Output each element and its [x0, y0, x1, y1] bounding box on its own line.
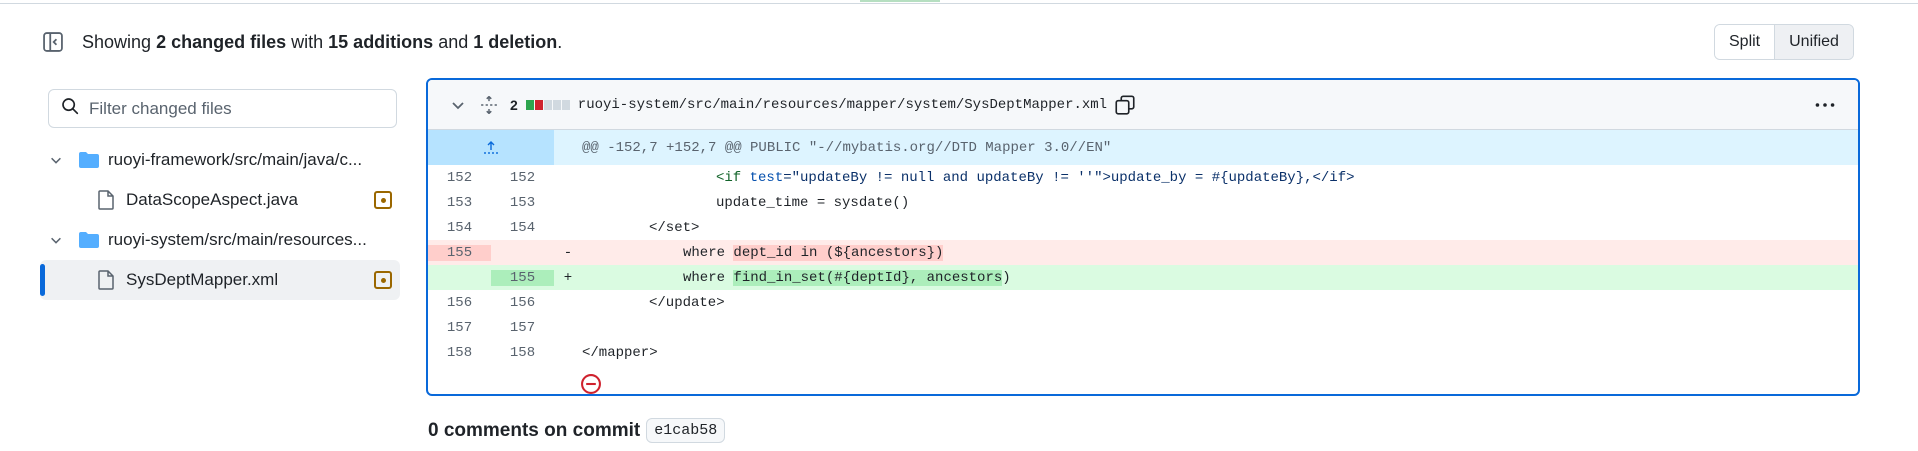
tree-folder-label: ruoyi-framework/src/main/java/c... — [108, 150, 363, 169]
file-header: 2 ruoyi-system/src/main/resources/mapper… — [428, 80, 1858, 130]
old-line-number[interactable]: 153 — [428, 195, 491, 211]
summary-deletions: 1 deletion — [473, 31, 558, 52]
search-icon — [61, 97, 79, 120]
file-diff-panel: 2 ruoyi-system/src/main/resources/mapper… — [426, 78, 1860, 396]
old-line-number[interactable]: 157 — [428, 320, 491, 336]
changes-count: 2 — [510, 96, 518, 113]
folder-icon — [78, 151, 100, 169]
top-border — [0, 0, 1918, 4]
filter-files-field — [48, 89, 397, 128]
tree-file-sysdeptmapper[interactable]: SysDeptMapper.xml — [40, 260, 400, 300]
old-line-number[interactable]: 156 — [428, 295, 491, 311]
diff-line-157: 157 157 — [428, 315, 1858, 340]
expand-up-icon[interactable] — [428, 130, 554, 165]
code-line: </update> — [649, 294, 725, 311]
comments-title: 0 comments on commit — [428, 419, 641, 441]
sidebar-collapse-icon[interactable] — [40, 29, 66, 55]
old-line-number[interactable]: 152 — [428, 170, 491, 186]
code-line: <if test="updateBy != null and updateBy … — [582, 170, 1355, 186]
summary-period: . — [557, 31, 563, 52]
copy-icon[interactable] — [1115, 94, 1135, 115]
chevron-down-icon[interactable] — [46, 233, 66, 247]
file-icon — [98, 270, 114, 290]
file-path[interactable]: ruoyi-system/src/main/resources/mapper/s… — [578, 97, 1107, 113]
code-token: <if — [716, 169, 750, 186]
tree-file-datascopeaspect[interactable]: DataScopeAspect.java — [40, 180, 400, 220]
new-line-number[interactable]: 156 — [491, 295, 554, 311]
deleted-highlight: dept_id in (${ancestors}) — [733, 244, 944, 261]
commit-comments-header: 0 comments on commit e1cab58 — [428, 418, 726, 443]
commit-sha-badge[interactable]: e1cab58 — [646, 418, 726, 443]
expand-all-icon[interactable] — [480, 95, 498, 114]
diff-line-152: 152 152 <if test="updateBy != null and u… — [428, 165, 1858, 190]
active-indicator — [40, 264, 45, 296]
tree-folder-ruoyi-framework[interactable]: ruoyi-framework/src/main/java/c... — [40, 140, 400, 180]
code-token: ="updateBy != null and updateBy != ''">u… — [783, 169, 1355, 186]
added-highlight: find_in_set(#{deptId}, ancestors — [733, 269, 1003, 286]
old-line-number[interactable]: 154 — [428, 220, 491, 236]
new-line-number[interactable]: 155 — [491, 269, 554, 286]
chevron-down-icon[interactable] — [46, 153, 66, 167]
tree-file-label: SysDeptMapper.xml — [126, 270, 279, 289]
diff-line-added: 155 + where find_in_set(#{deptId}, ances… — [428, 265, 1858, 290]
diff-line-153: 153 153 update_time = sysdate() — [428, 190, 1858, 215]
code-token: where — [683, 269, 734, 286]
unified-view-button[interactable]: Unified — [1775, 25, 1853, 59]
code-line: update_time = sysdate() — [716, 194, 910, 211]
code-line: </set> — [649, 219, 700, 236]
new-line-number[interactable]: 158 — [491, 345, 554, 361]
no-newline-icon — [580, 373, 602, 400]
filter-files-input[interactable] — [89, 98, 379, 119]
more-options-icon[interactable] — [1814, 94, 1836, 116]
diff-summary-bar: Showing 2 changed files with 15 addition… — [40, 22, 562, 62]
diff-view-toggle: Split Unified — [1714, 24, 1854, 60]
code-line: where dept_id in (${ancestors}) — [582, 244, 944, 261]
new-line-number[interactable]: 154 — [491, 220, 554, 236]
diff-sign: - — [563, 244, 573, 261]
new-line-number[interactable]: 157 — [491, 320, 554, 336]
code-token: ) — [1002, 269, 1011, 286]
file-modified-icon — [374, 271, 392, 289]
tree-folder-ruoyi-system[interactable]: ruoyi-system/src/main/resources... — [40, 220, 400, 260]
diff-sign: + — [563, 269, 573, 286]
file-icon — [98, 190, 114, 210]
tree-file-label: DataScopeAspect.java — [126, 190, 298, 209]
code-token: test — [749, 169, 784, 186]
hunk-header-row: @@ -152,7 +152,7 @@ PUBLIC "-//mybatis.o… — [428, 130, 1858, 165]
summary-prefix: Showing — [82, 31, 152, 52]
collapse-chevron-icon[interactable] — [450, 97, 466, 113]
folder-icon — [78, 231, 100, 249]
code-line: </mapper> — [582, 344, 658, 361]
new-line-number[interactable]: 152 — [491, 170, 554, 186]
diff-line-deleted: 155 - where dept_id in (${ancestors}) — [428, 240, 1858, 265]
diff-line-156: 156 156 </update> — [428, 290, 1858, 315]
tree-folder-label: ruoyi-system/src/main/resources... — [108, 230, 367, 249]
summary-with: with — [291, 31, 324, 52]
file-modified-icon — [374, 191, 392, 209]
hunk-header-text: @@ -152,7 +152,7 @@ PUBLIC "-//mybatis.o… — [582, 139, 1112, 156]
old-line-number[interactable]: 155 — [428, 244, 491, 261]
split-view-button[interactable]: Split — [1715, 25, 1776, 59]
summary-text: Showing 2 changed files with 15 addition… — [82, 32, 562, 53]
summary-and: and — [438, 31, 469, 52]
diff-table: @@ -152,7 +152,7 @@ PUBLIC "-//mybatis.o… — [428, 130, 1858, 365]
new-line-number[interactable]: 153 — [491, 195, 554, 211]
diff-line-154: 154 154 </set> — [428, 215, 1858, 240]
diff-line-158: 158 158 </mapper> — [428, 340, 1858, 365]
diffstat-bar — [525, 99, 570, 110]
old-line-number[interactable]: 158 — [428, 345, 491, 361]
code-line: where find_in_set(#{deptId}, ancestors) — [582, 269, 1011, 286]
summary-additions: 15 additions — [328, 31, 434, 52]
code-token: where — [683, 244, 734, 261]
summary-files-count: 2 changed files — [156, 31, 287, 52]
file-tree: ruoyi-framework/src/main/java/c... DataS… — [40, 140, 400, 300]
